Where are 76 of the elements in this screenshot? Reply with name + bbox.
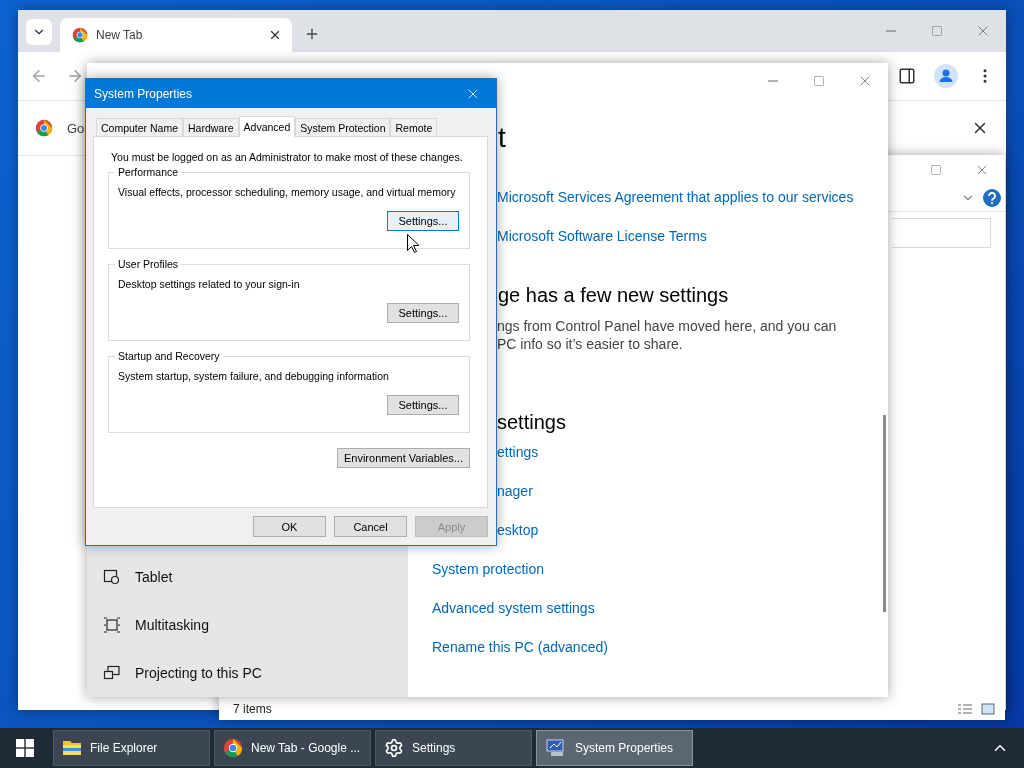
taskbar-label: File Explorer [90, 741, 158, 755]
profile-icon[interactable] [934, 64, 958, 88]
dialog-tab[interactable]: Remote [390, 118, 438, 136]
group-title: Performance [115, 166, 182, 178]
dialog-tab[interactable]: System Protection [295, 118, 391, 136]
nav-label: Multitasking [135, 617, 209, 633]
gear-icon [384, 738, 404, 758]
section-heading: ge has a few new settings [498, 283, 729, 308]
admin-notice: You must be logged on as an Administrator to make most of these changes. [111, 151, 463, 163]
taskbar-label: System Properties [575, 741, 674, 755]
dialog-tab[interactable]: Hardware [183, 118, 239, 136]
browser-tab[interactable]: New Tab [60, 18, 292, 52]
minimize-icon [886, 30, 896, 32]
nav-item[interactable]: Projecting to this PC [87, 649, 408, 697]
chrome-icon [35, 119, 53, 137]
environment-variables-button[interactable]: Environment Variables... [336, 448, 470, 468]
projecting-icon [103, 664, 121, 682]
close-icon[interactable] [268, 28, 282, 42]
tablet-icon [103, 568, 121, 586]
related-link[interactable]: ettings [497, 442, 539, 462]
nav-label: Tablet [135, 569, 173, 585]
group-description: System startup, system failure, and debugging information [118, 370, 389, 382]
multitasking-icon [103, 616, 121, 634]
nav-label: Projecting to this PC [135, 665, 262, 681]
taskbar-item[interactable]: File Explorer [53, 730, 210, 766]
group-title: User Profiles [115, 258, 182, 270]
chrome-icon [223, 738, 243, 758]
dialog-tab[interactable]: Advanced [238, 116, 296, 137]
maximize-icon [813, 74, 825, 87]
group-description: Visual effects, processor scheduling, memory usage, and virtual memory [118, 186, 456, 198]
folder-icon [62, 739, 82, 757]
item-count: 7 items [233, 702, 273, 716]
mouse-pointer-icon [407, 234, 419, 253]
group-title: Startup and Recovery [115, 350, 223, 362]
maximize-icon [931, 25, 943, 37]
related-settings-heading: settings [497, 410, 566, 435]
related-link[interactable]: nager [497, 481, 533, 501]
taskbar-label: Settings [412, 741, 456, 755]
related-link[interactable]: Advanced system settings [432, 598, 595, 618]
related-link[interactable]: System protection [432, 559, 545, 579]
maximize-icon [930, 164, 942, 176]
settings-button[interactable]: Settings... [387, 211, 459, 231]
dialog-title: System Properties [94, 86, 194, 101]
agreement-link[interactable]: Microsoft Software License Terms [497, 226, 707, 246]
tab-search-button[interactable] [26, 19, 52, 45]
windows-logo-icon [15, 739, 34, 757]
settings-button[interactable]: Settings... [387, 395, 459, 415]
details-view-icon[interactable] [957, 703, 973, 715]
taskbar-label: New Tab - Google ... [251, 741, 361, 755]
taskbar-item[interactable]: System Properties [536, 730, 693, 766]
scrollbar[interactable] [883, 415, 886, 612]
nav-item[interactable]: Tablet [87, 553, 408, 601]
page-heading: t [498, 121, 506, 155]
taskbar-item[interactable]: New Tab - Google ... [214, 730, 371, 766]
taskbar-item[interactable]: Settings [375, 730, 532, 766]
dialog-button[interactable]: Cancel [334, 516, 407, 537]
dialog-tab[interactable]: Computer Name [96, 118, 184, 136]
related-link[interactable]: esktop [497, 520, 539, 540]
help-icon[interactable] [983, 189, 1001, 207]
group-description: Desktop settings related to your sign-in [118, 278, 300, 290]
related-link[interactable]: Rename this PC (advanced) [432, 637, 608, 657]
section-text: ngs from Control Panel have moved here, and you can PC info so it’s easier to share. [497, 317, 837, 353]
chrome-icon [72, 27, 88, 43]
back-icon[interactable] [30, 67, 48, 85]
side-panel-icon[interactable] [898, 67, 916, 85]
info-bar-text: Go [67, 120, 85, 136]
monitor-icon [545, 738, 567, 758]
minimize-icon [768, 79, 778, 82]
dialog-button[interactable]: OK [253, 516, 326, 537]
thumbnail-view-icon[interactable] [981, 703, 995, 715]
new-tab-icon[interactable] [304, 26, 320, 42]
nav-item[interactable]: Multitasking [87, 601, 408, 649]
agreement-link[interactable]: Microsoft Services Agreement that applies to our services [497, 187, 854, 207]
settings-button[interactable]: Settings... [387, 303, 459, 323]
forward-icon[interactable] [66, 67, 84, 85]
search-field[interactable] [892, 218, 991, 248]
